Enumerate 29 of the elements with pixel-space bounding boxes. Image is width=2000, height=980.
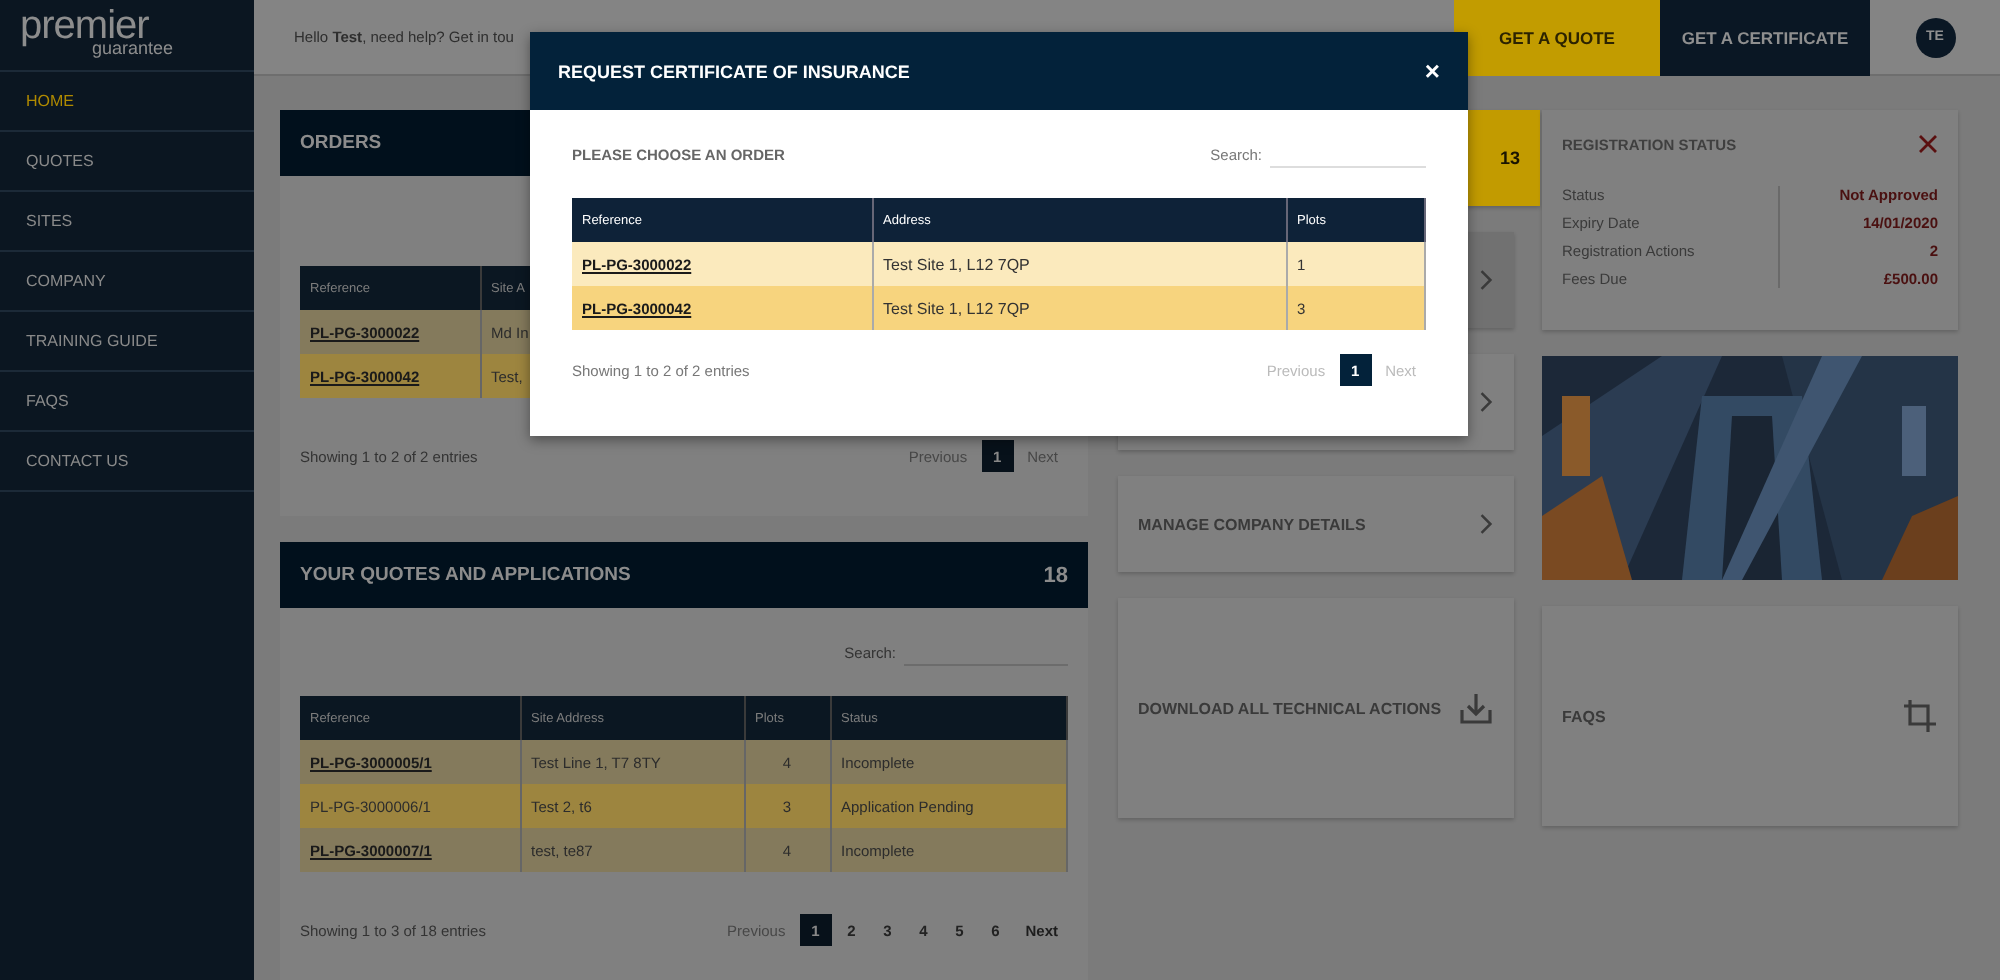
close-icon — [1918, 134, 1938, 154]
chevron-icon — [1478, 512, 1494, 536]
download-tile[interactable]: DOWNLOAD ALL TECHNICAL ACTIONS — [1118, 598, 1514, 818]
nav-item[interactable]: CONTACT US — [0, 432, 254, 492]
nav-item[interactable]: HOME — [0, 72, 254, 132]
tile-label: FAQS — [1562, 707, 1606, 725]
tile-label: MANAGE COMPANY DETAILS — [1138, 515, 1366, 533]
download-icon — [1458, 691, 1494, 725]
nav-item[interactable]: SITES — [0, 192, 254, 252]
tile-label: DOWNLOAD ALL TECHNICAL ACTIONS — [1138, 699, 1442, 717]
get-quote-button[interactable]: GET A QUOTE — [1454, 0, 1660, 75]
table-cell: Test Site 1, L12 7QP — [872, 242, 1286, 286]
count-text: 13 — [1499, 148, 1520, 168]
nav-item[interactable]: TRAINING GUIDE — [0, 312, 254, 372]
count-text: 18 — [1043, 563, 1068, 587]
card-title: ORDERS — [300, 132, 382, 154]
close-button[interactable]: × — [1420, 58, 1444, 84]
crop-icon — [1902, 698, 1938, 734]
chevron-icon — [1478, 268, 1494, 292]
nav-item[interactable]: FAQS — [0, 372, 254, 432]
link-tile[interactable]: MANAGE COMPANY DETAILS — [1118, 476, 1514, 572]
table-cell: Test Site 1, L12 7QP — [872, 286, 1286, 330]
nav-item[interactable]: QUOTES — [0, 132, 254, 192]
get-certificate-button[interactable]: GET A CERTIFICATE — [1660, 0, 1870, 75]
modal-title: REQUEST CERTIFICATE OF INSURANCE — [558, 61, 910, 81]
card-title: YOUR QUOTES AND APPLICATIONS — [300, 564, 631, 586]
nav-item[interactable]: COMPANY — [0, 252, 254, 312]
chevron-icon — [1478, 390, 1494, 414]
faqs-tile[interactable]: FAQS — [1542, 606, 1958, 826]
